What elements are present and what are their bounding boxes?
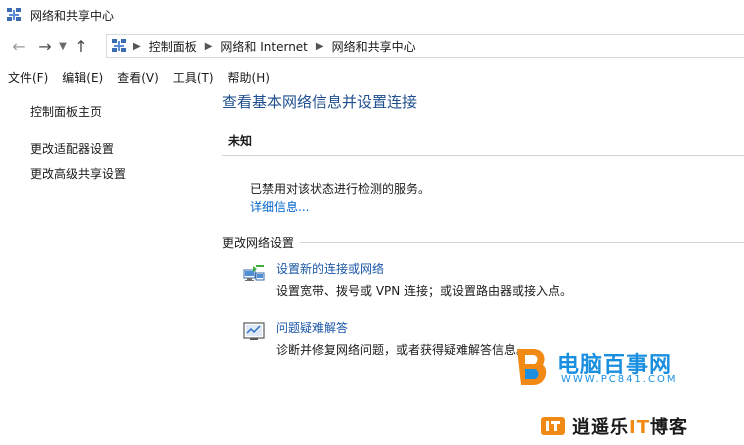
setup-connection-link[interactable]: 设置新的连接或网络: [276, 260, 384, 277]
breadcrumb-separator-icon: ▶: [133, 40, 141, 52]
main-content: 查看基本网络信息并设置连接 未知 已禁用对该状态进行检测的服务。 详细信息...…: [222, 91, 744, 357]
back-button[interactable]: ←: [8, 35, 30, 57]
network-status-text: 已禁用对该状态进行检测的服务。: [250, 182, 431, 196]
menu-tools[interactable]: 工具(T): [173, 69, 214, 86]
troubleshoot-desc: 诊断并修复网络问题，或者获得疑难解答信息。: [276, 343, 529, 357]
sidebar-item-change-adapter-settings[interactable]: 更改适配器设置: [30, 140, 210, 158]
page-title: 查看基本网络信息并设置连接: [222, 93, 418, 111]
arrow-up-icon: ↑: [74, 36, 88, 56]
new-connection-icon: [243, 265, 265, 281]
arrow-right-icon: →: [38, 36, 52, 56]
menu-help[interactable]: 帮助(H): [228, 69, 270, 86]
control-panel-icon: [112, 39, 126, 52]
breadcrumb-network-sharing-center[interactable]: 网络和共享中心: [332, 38, 416, 55]
menu-bar: 文件(F) 编辑(E) 查看(V) 工具(T) 帮助(H): [0, 66, 744, 88]
details-link[interactable]: 详细信息...: [250, 198, 309, 215]
title-bar: 网络和共享中心: [0, 0, 744, 30]
arrow-left-icon: ←: [12, 36, 26, 56]
breadcrumb-network-internet[interactable]: 网络和 Internet: [220, 38, 307, 55]
section-title-text: 更改网络设置: [222, 236, 295, 250]
troubleshoot-link[interactable]: 问题疑难解答: [276, 319, 348, 336]
menu-view[interactable]: 查看(V): [117, 69, 159, 86]
forward-button[interactable]: →: [34, 35, 56, 57]
watermark-url-text: WWW.PC841.COM: [561, 374, 678, 385]
window-title: 网络和共享中心: [30, 8, 115, 23]
up-button[interactable]: ↑: [70, 35, 92, 57]
pc841-logo-icon: [517, 349, 547, 385]
watermark-pc841: 电脑百事网 WWW.PC841.COM: [513, 341, 743, 393]
troubleshoot-icon: [243, 322, 265, 340]
address-row: ← → ▼ ↑ ▶ 控制面板 ▶ 网络和 Internet ▶ 网络和共享中心: [0, 32, 744, 60]
watermark-blog-text: 逍遥乐IT博客: [572, 417, 688, 438]
network-icon: [7, 8, 21, 21]
section-title: 更改网络设置: [222, 234, 744, 251]
address-bar[interactable]: ▶ 控制面板 ▶ 网络和 Internet ▶ 网络和共享中心: [106, 34, 744, 58]
chevron-down-icon: ▼: [59, 40, 67, 52]
divider: [222, 155, 744, 156]
network-name: 未知: [228, 134, 253, 148]
watermark-xiaoyaole: 逍遥乐IT博客: [540, 412, 740, 440]
divider: [300, 242, 744, 243]
breadcrumb-control-panel[interactable]: 控制面板: [149, 38, 197, 55]
breadcrumb-separator-icon: ▶: [315, 40, 324, 52]
it-logo-icon: [541, 417, 565, 435]
menu-file[interactable]: 文件(F): [8, 69, 48, 86]
menu-edit[interactable]: 编辑(E): [62, 69, 103, 86]
setup-connection-desc: 设置宽带、拨号或 VPN 连接；或设置路由器或接入点。: [276, 284, 573, 298]
sidebar-item-control-panel-home[interactable]: 控制面板主页: [30, 103, 210, 121]
sidebar-item-change-advanced-sharing[interactable]: 更改高级共享设置: [30, 165, 210, 183]
sidebar: 控制面板主页 更改适配器设置 更改高级共享设置: [30, 103, 210, 183]
recent-locations-button[interactable]: ▼: [56, 35, 70, 57]
breadcrumb-separator-icon: ▶: [204, 40, 213, 52]
